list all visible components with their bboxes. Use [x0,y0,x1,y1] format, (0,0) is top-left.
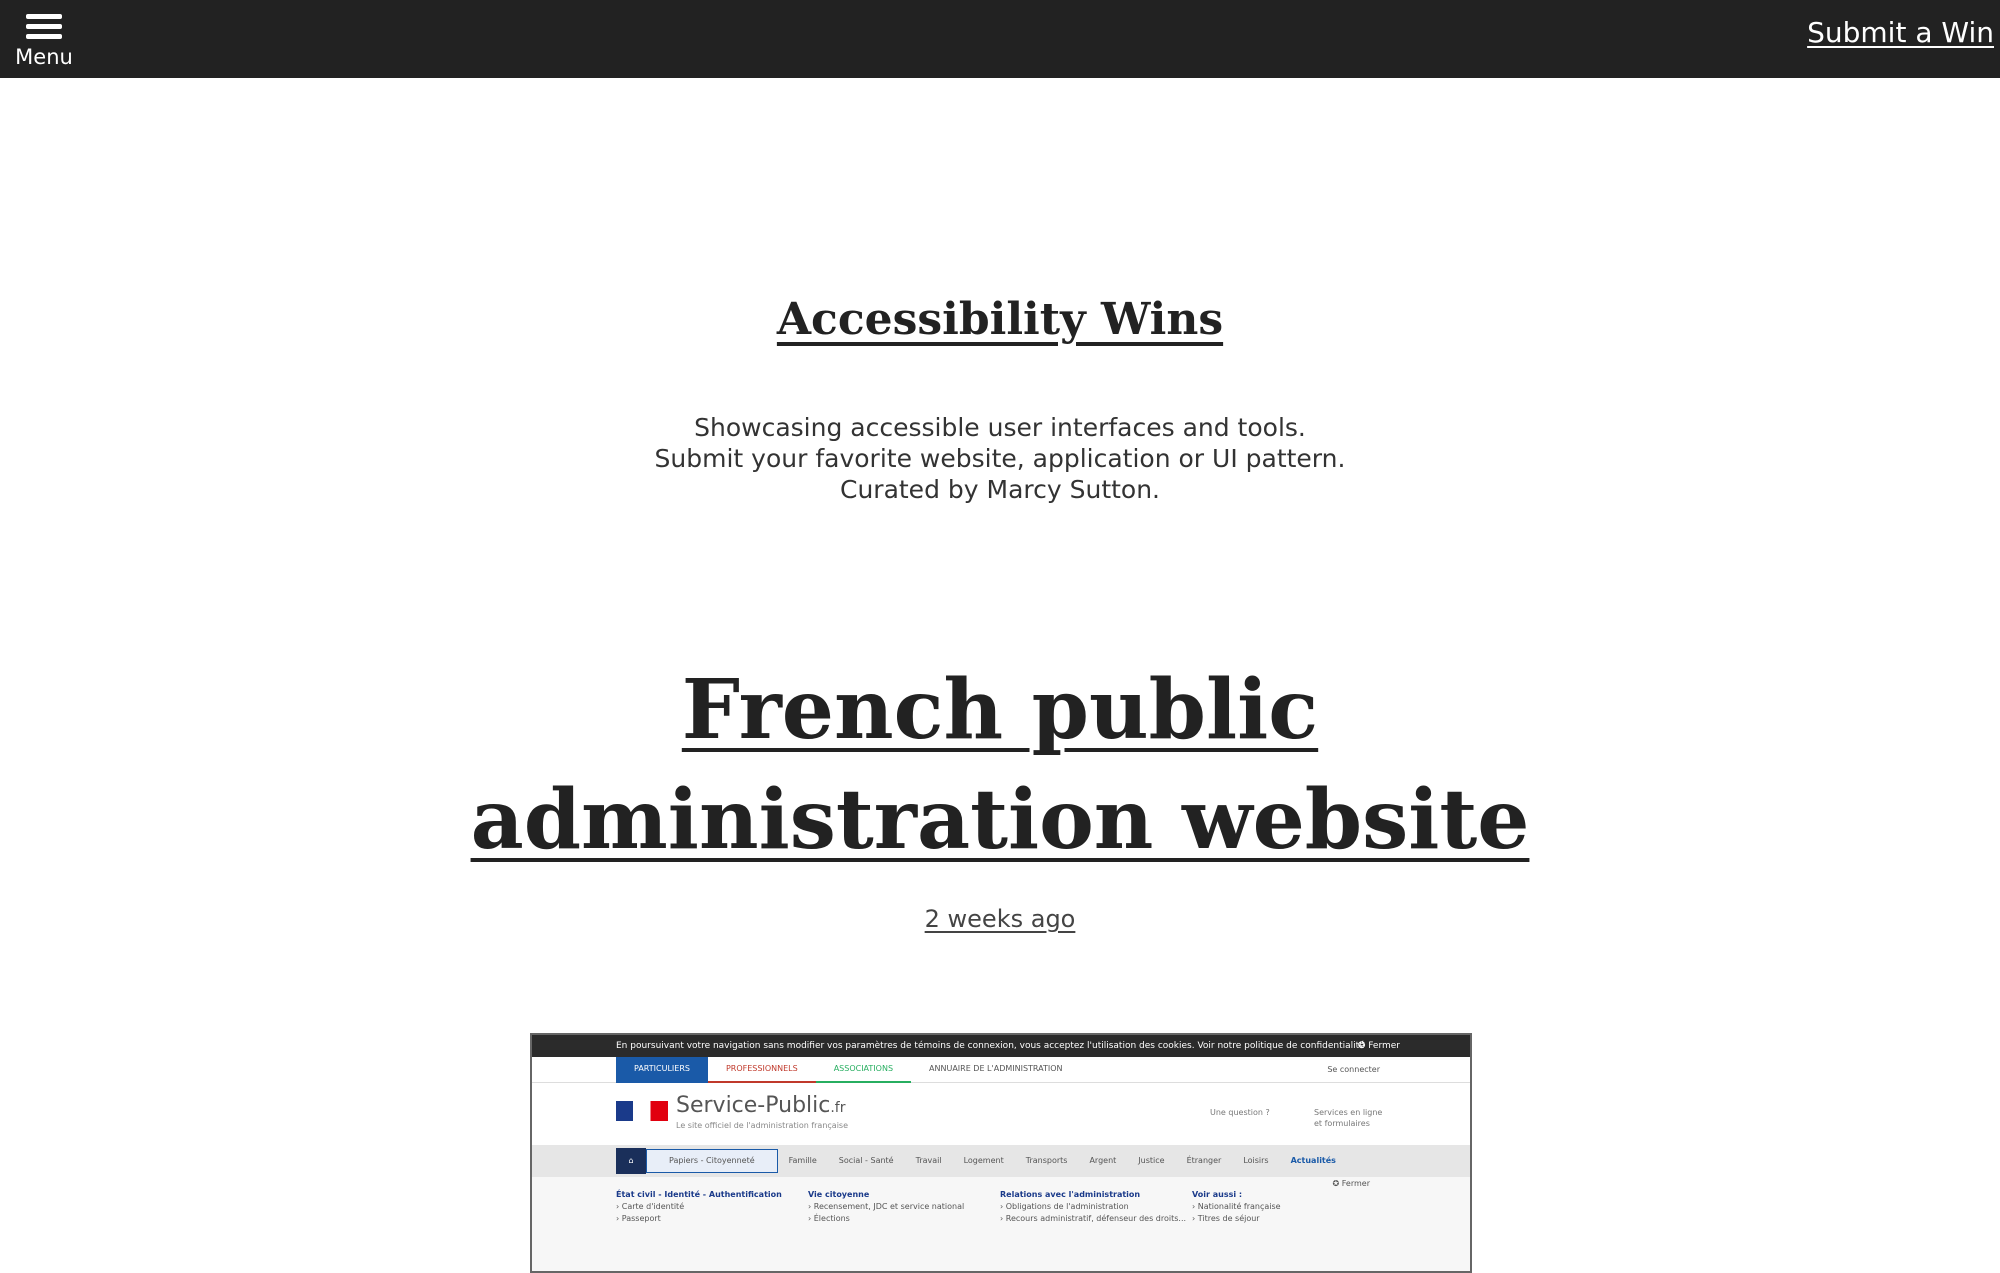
screenshot-slogan: Le site officiel de l'administration fra… [676,1121,849,1130]
screenshot-column-item: › Titres de séjour [1192,1214,1260,1223]
screenshot-cookie-banner: En poursuivant votre navigation sans mod… [532,1035,1470,1057]
menu-label: Menu [15,45,73,69]
screenshot-help: Une question ? [1210,1108,1270,1117]
screenshot-column: Voir aussi : › Nationalité française › T… [1192,1189,1281,1225]
screenshot-logo-main: Service-Public [676,1093,831,1118]
screenshot-nav-item: Travail [915,1156,942,1165]
screenshot-logo: Service-Public.fr [676,1093,846,1118]
post-title: French public administration website [400,655,1600,875]
screenshot-column-heading: Relations avec l'administration [1000,1190,1141,1199]
screenshot-column-heading: État civil - Identité - Authentification [616,1190,782,1199]
screenshot-tab: PROFESSIONNELS [707,1057,816,1083]
screenshot-nav: ⌂ Papiers - Citoyenneté Famille Social - Sa… [532,1145,1470,1177]
screenshot-column: État civil - Identité - Authentification… [616,1189,782,1225]
site-title-link[interactable]: Accessibility Wins [777,294,1223,345]
screenshot-column-item: › Obligations de l'administration [1000,1202,1129,1211]
post-date-link[interactable]: 2 weeks ago [925,905,1076,933]
home-icon: ⌂ [616,1148,646,1174]
hamburger-icon [26,12,62,42]
screenshot-column-item: › Recensement, JDC et service national [808,1202,965,1211]
post-title-link[interactable]: French public administration website [471,662,1530,868]
screenshot-nav-item: Argent [1089,1156,1117,1165]
screenshot-login: Se connecter [1327,1065,1380,1074]
screenshot-column-item: › Passeport [616,1214,661,1223]
post-date: 2 weeks ago [0,905,2000,933]
screenshot-column-item: › Carte d'identité [616,1202,685,1211]
screenshot-nav-item: Transports [1025,1156,1068,1165]
screenshot-nav-item: Social - Santé [838,1156,894,1165]
screenshot-nav-item: Justice [1138,1156,1165,1165]
screenshot-brand: Service-Public.fr Le site officiel de l'… [532,1083,1470,1145]
screenshot-cookie-close: ✪ Fermer [1357,1041,1400,1051]
screenshot-column-heading: Vie citoyenne [808,1190,870,1199]
site-tagline: Showcasing accessible user interfaces an… [0,412,2000,505]
post-screenshot[interactable]: En poursuivant votre navigation sans mod… [530,1033,1472,1273]
post-title-line: French public [681,662,1319,758]
screenshot-columns: ✪ Fermer État civil - Identité - Authent… [532,1177,1470,1237]
screenshot-tab: ASSOCIATIONS [815,1057,912,1083]
screenshot-logo-suffix: .fr [830,1100,846,1116]
marianne-flag-icon [616,1101,668,1121]
screenshot-nav-item: Famille [788,1156,817,1165]
tagline-line: Submit your favorite website, applicatio… [654,444,1346,473]
screenshot-column-item: › Recours administratif, défenseur des d… [1000,1214,1187,1223]
screenshot-column: Vie citoyenne › Recensement, JDC et serv… [808,1189,964,1225]
submit-a-win-link[interactable]: Submit a Win [1807,16,1994,49]
tagline-line: Showcasing accessible user interfaces an… [694,413,1306,442]
screenshot-nav-item: Étranger [1186,1156,1222,1165]
menu-button[interactable]: Menu [12,12,76,72]
screenshot-column: Relations avec l'administration › Obliga… [1000,1189,1186,1225]
screenshot-tab: PARTICULIERS [616,1057,708,1083]
screenshot-tab: ANNUAIRE DE L'ADMINISTRATION [929,1064,1063,1073]
post-title-line: administration website [470,772,1530,868]
screenshot-column-item: › Nationalité française [1192,1202,1281,1211]
screenshot-nav-item: Papiers - Citoyenneté [646,1149,778,1173]
screenshot-panel-close: ✪ Fermer [1332,1179,1370,1188]
screenshot-tabs: PARTICULIERS PROFESSIONNELS ASSOCIATIONS AN… [532,1057,1470,1083]
screenshot-cookie-text: En poursuivant votre navigation sans mod… [616,1041,1365,1051]
screenshot-column-item: › Élections [808,1214,850,1223]
site-title: Accessibility Wins [0,292,2000,348]
screenshot-nav-item: Logement [963,1156,1004,1165]
screenshot-nav-item: Actualités [1290,1156,1336,1165]
top-bar: Menu Submit a Win [0,0,2000,78]
screenshot-column-heading: Voir aussi : [1192,1190,1243,1199]
screenshot-nav-item: Loisirs [1243,1156,1269,1165]
tagline-line: Curated by Marcy Sutton. [839,475,1161,504]
screenshot-services: Services en ligne et formulaires [1314,1108,1383,1128]
